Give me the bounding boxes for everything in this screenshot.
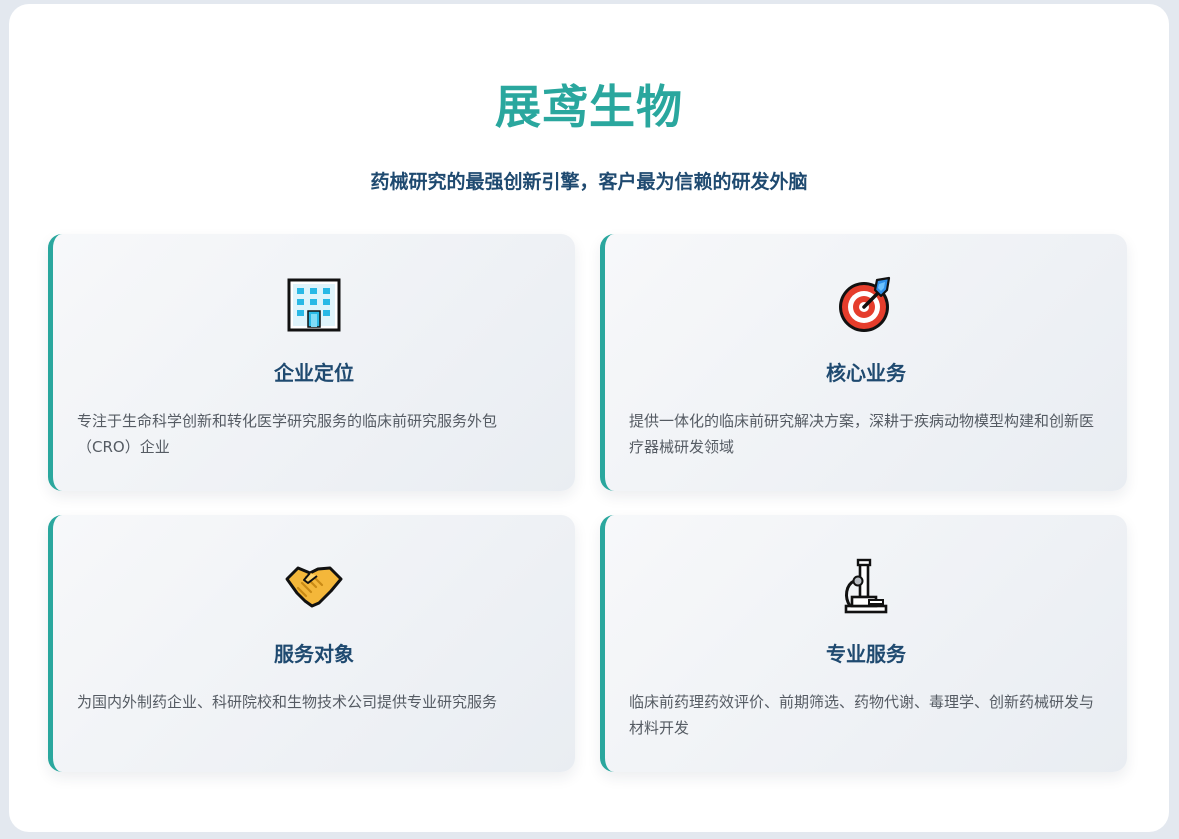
card-description: 提供一体化的临床前研究解决方案，深耕于疾病动物模型构建和创新医疗器械研发领域 — [629, 412, 1095, 456]
card-title: 企业定位 — [274, 361, 354, 385]
card-title: 专业服务 — [826, 642, 906, 666]
target-icon — [605, 275, 1127, 335]
microscope-icon — [605, 556, 1127, 616]
card-company-positioning: 企业定位 专注于生命科学创新和转化医学研究服务的临床前研究服务外包（CRO）企业 — [48, 234, 575, 491]
content-panel: 展鸢生物 药械研究的最强创新引擎，客户最为信赖的研发外脑 企业定位 专注于生命科… — [9, 4, 1169, 832]
handshake-icon — [53, 556, 575, 616]
card-service-targets: 服务对象 为国内外制药企业、科研院校和生物技术公司提供专业研究服务 — [48, 515, 575, 772]
page-subtitle: 药械研究的最强创新引擎，客户最为信赖的研发外脑 — [370, 171, 808, 193]
card-title: 服务对象 — [274, 642, 354, 666]
card-description: 专注于生命科学创新和转化医学研究服务的临床前研究服务外包（CRO）企业 — [77, 412, 498, 456]
page-title: 展鸢生物 — [495, 80, 683, 134]
card-professional-services: 专业服务 临床前药理药效评价、前期筛选、药物代谢、毒理学、创新药械研发与材料开发 — [600, 515, 1127, 772]
office-building-icon — [53, 275, 575, 335]
card-core-business: 核心业务 提供一体化的临床前研究解决方案，深耕于疾病动物模型构建和创新医疗器械研… — [600, 234, 1127, 491]
card-description: 为国内外制药企业、科研院校和生物技术公司提供专业研究服务 — [77, 693, 498, 711]
card-description: 临床前药理药效评价、前期筛选、药物代谢、毒理学、创新药械研发与材料开发 — [629, 693, 1095, 737]
card-title: 核心业务 — [826, 361, 906, 385]
